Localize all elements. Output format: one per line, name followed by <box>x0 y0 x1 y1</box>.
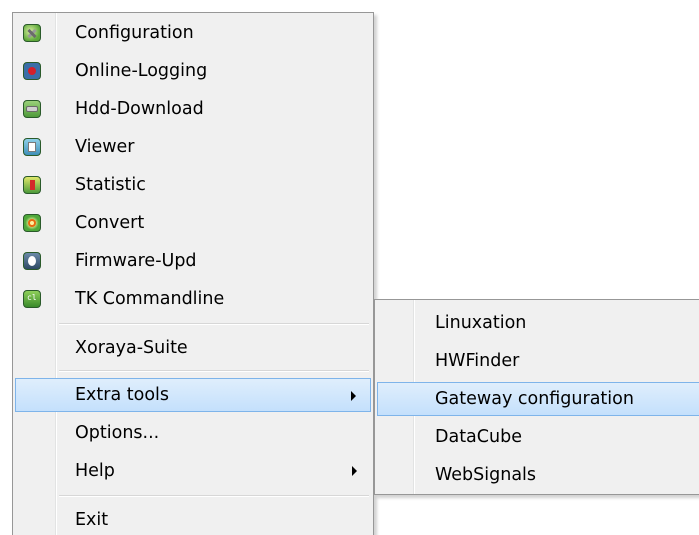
statistic-icon <box>23 176 41 194</box>
menu-separator <box>59 323 369 325</box>
menu-item-label: Options... <box>75 423 160 443</box>
menu-item-label: Xoraya-Suite <box>75 338 188 358</box>
screen: Configuration Online-Logging Hdd-Downloa… <box>0 0 699 535</box>
submenu-item-label: DataCube <box>435 427 522 447</box>
menu-item-label: Hdd-Download <box>75 99 204 119</box>
submenu-item-label: Gateway configuration <box>435 389 634 409</box>
menu-item-help[interactable]: Help <box>15 454 371 488</box>
convert-icon <box>23 214 41 232</box>
menu-item-extra-tools[interactable]: Extra tools <box>15 378 371 412</box>
submenu-item-gateway-configuration[interactable]: Gateway configuration <box>377 382 699 416</box>
menu-item-label: Extra tools <box>75 385 170 405</box>
online-logging-icon <box>23 62 41 80</box>
menu-item-label: TK Commandline <box>75 289 225 309</box>
menu-item-label: Configuration <box>75 23 194 43</box>
menu-item-label: Viewer <box>75 137 135 157</box>
menu-item-firmware-upd[interactable]: Firmware-Upd <box>15 244 371 278</box>
submenu-item-label: Linuxation <box>435 313 527 333</box>
firmware-update-icon <box>23 252 41 270</box>
menu-separator <box>59 370 369 372</box>
hdd-download-icon <box>23 100 41 118</box>
menu-item-tk-commandline[interactable]: TK Commandline <box>15 282 371 316</box>
tk-commandline-icon <box>23 290 41 308</box>
menu-item-online-logging[interactable]: Online-Logging <box>15 54 371 88</box>
submenu-item-websignals[interactable]: WebSignals <box>377 458 699 492</box>
menu-item-label: Online-Logging <box>75 61 208 81</box>
configuration-icon <box>23 24 41 42</box>
menu-item-statistic[interactable]: Statistic <box>15 168 371 202</box>
menu-item-label: Firmware-Upd <box>75 251 197 271</box>
submenu-item-label: HWFinder <box>435 351 520 371</box>
context-menu: Configuration Online-Logging Hdd-Downloa… <box>12 12 374 535</box>
viewer-icon <box>23 138 41 156</box>
submenu-item-label: WebSignals <box>435 465 537 485</box>
submenu-arrow-icon <box>352 466 357 476</box>
menu-item-convert[interactable]: Convert <box>15 206 371 240</box>
menu-item-configuration[interactable]: Configuration <box>15 16 371 50</box>
menu-item-xoraya-suite[interactable]: Xoraya-Suite <box>15 331 371 365</box>
menu-item-label: Statistic <box>75 175 146 195</box>
submenu-arrow-icon <box>351 391 356 401</box>
submenu-item-linuxation[interactable]: Linuxation <box>377 306 699 340</box>
menu-item-label: Help <box>75 461 115 481</box>
menu-item-hdd-download[interactable]: Hdd-Download <box>15 92 371 126</box>
menu-item-viewer[interactable]: Viewer <box>15 130 371 164</box>
extra-tools-submenu: Linuxation HWFinder Gateway configuratio… <box>374 299 699 495</box>
submenu-item-hwfinder[interactable]: HWFinder <box>377 344 699 378</box>
submenu-item-datacube[interactable]: DataCube <box>377 420 699 454</box>
menu-item-options[interactable]: Options... <box>15 416 371 450</box>
menu-item-label: Convert <box>75 213 145 233</box>
menu-separator <box>59 495 369 497</box>
menu-item-exit[interactable]: Exit <box>15 503 371 535</box>
menu-item-label: Exit <box>75 510 109 530</box>
